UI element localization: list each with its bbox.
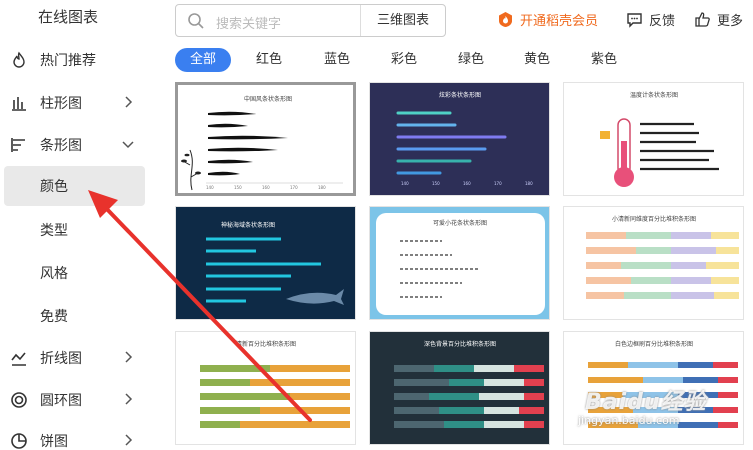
feedback-label: 反馈 [649, 14, 676, 29]
svg-text:180: 180 [525, 181, 533, 186]
card-title: 炫彩条状条形图 [439, 91, 481, 99]
tab-purple[interactable]: 紫色 [585, 48, 623, 72]
sidebar-item-label: 柱形图 [40, 96, 82, 112]
fire-icon [13, 51, 25, 68]
card-thumbnail: 深色背景百分比堆积条形图 [370, 332, 549, 444]
tab-red[interactable]: 红色 [250, 48, 288, 72]
more-label: 更多 [717, 14, 744, 29]
sidebar-item-hot[interactable]: 热门推荐 [0, 40, 158, 80]
chat-bubble-icon [627, 13, 642, 28]
sidebar-item-label: 风格 [40, 266, 68, 282]
card-title: 温度计条状条形图 [630, 91, 678, 99]
sidebar-subitem-free[interactable]: 免费 [0, 296, 158, 336]
sidebar-item-pie[interactable]: 饼图 [0, 421, 158, 450]
more-button[interactable]: 更多 [694, 10, 743, 29]
template-card[interactable]: 神秘海域条状条形图 [175, 206, 356, 320]
vip-label: 开通稻壳会员 [520, 14, 599, 29]
vip-button[interactable]: 开通稻壳会员 [497, 10, 598, 29]
template-card[interactable]: 可爱小花条状条形图 [369, 206, 550, 320]
search-box: 搜索关键字 三维图表 [175, 4, 446, 37]
sidebar-subitem-color[interactable]: 颜色 [4, 166, 145, 206]
donut-chart-icon [11, 392, 27, 408]
sidebar-item-bar[interactable]: 柱形图 [0, 83, 158, 123]
card-thumbnail: 中国风条状条形图 140 150 160 170 180 [181, 95, 343, 191]
line-chart-icon [11, 352, 26, 366]
3d-charts-button[interactable]: 三维图表 [360, 5, 445, 36]
watermark-logo: Baidu经验 [585, 390, 707, 415]
watermark-url: jingyan.baidu.com [578, 414, 680, 427]
svg-text:170: 170 [494, 181, 502, 186]
card-title: 神秘海域条状条形图 [221, 221, 275, 229]
chevron-right-icon [125, 96, 133, 108]
svg-text:160: 160 [463, 181, 471, 186]
sidebar-item-line[interactable]: 折线图 [0, 338, 158, 378]
sidebar: 在线图表 热门推荐 柱形图 条形图 颜色 类型 风格 免费 折线图 圆环图 饼图 [0, 0, 158, 450]
feedback-button[interactable]: 反馈 [626, 10, 675, 29]
tab-blue[interactable]: 蓝色 [318, 48, 356, 72]
chevron-down-icon [122, 141, 134, 149]
svg-text:150: 150 [234, 185, 242, 190]
tab-green[interactable]: 绿色 [452, 48, 490, 72]
card-title: 白色边框刷百分比堆积条形图 [615, 340, 693, 348]
card-thumbnail: 可爱小花条状条形图 [370, 207, 549, 319]
svg-text:170: 170 [290, 185, 298, 190]
sidebar-subitem-type[interactable]: 类型 [0, 210, 158, 250]
sidebar-item-label: 圆环图 [40, 393, 82, 409]
tab-all[interactable]: 全部 [175, 48, 231, 72]
card-title: 中国风条状条形图 [244, 95, 292, 103]
vip-flame-icon [499, 12, 512, 27]
card-title: 可爱小花条状条形图 [433, 219, 487, 227]
sidebar-subitem-style[interactable]: 风格 [0, 253, 158, 293]
card-thumbnail: 清新百分比堆积条形图 [200, 340, 350, 428]
search-input[interactable]: 搜索关键字 [216, 13, 281, 32]
card-thumbnail: 小清新同维度百分比堆积条形图 [586, 215, 739, 299]
tab-colorful[interactable]: 彩色 [385, 48, 423, 72]
template-card[interactable]: 深色背景百分比堆积条形图 [369, 331, 550, 445]
sidebar-item-label: 免费 [40, 309, 68, 325]
svg-text:150: 150 [432, 181, 440, 186]
sidebar-item-hbar[interactable]: 条形图 [0, 125, 158, 165]
svg-text:160: 160 [262, 185, 270, 190]
chevron-right-icon [125, 393, 133, 405]
sidebar-item-label: 折线图 [40, 351, 82, 367]
pie-chart-icon [11, 433, 27, 449]
svg-text:180: 180 [318, 185, 326, 190]
sidebar-item-label: 颜色 [40, 179, 68, 195]
sidebar-title: 在线图表 [38, 8, 99, 26]
card-thumbnail: 神秘海域条状条形图 [176, 207, 355, 319]
template-card[interactable]: 中国风条状条形图 140 150 160 170 180 [175, 82, 356, 196]
bar-chart-icon [12, 97, 26, 111]
card-title: 小清新同维度百分比堆积条形图 [612, 215, 696, 223]
horizontal-bar-icon [11, 138, 25, 152]
search-icon [188, 13, 204, 29]
sidebar-item-label: 条形图 [40, 138, 82, 154]
template-card[interactable]: 小清新同维度百分比堆积条形图 [563, 206, 744, 320]
app-root: 在线图表 热门推荐 柱形图 条形图 颜色 类型 风格 免费 折线图 圆环图 饼图… [0, 0, 753, 450]
card-title: 清新百分比堆积条形图 [236, 340, 296, 348]
template-card[interactable]: 清新百分比堆积条形图 [175, 331, 356, 445]
svg-text:140: 140 [206, 185, 214, 190]
sidebar-item-label: 饼图 [40, 434, 68, 450]
svg-text:140: 140 [401, 181, 409, 186]
thumbs-up-icon [695, 12, 710, 27]
card-thumbnail: 炫彩条状条形图 140 150 160 170 180 [370, 83, 549, 195]
sidebar-item-label: 热门推荐 [40, 53, 96, 69]
template-card[interactable]: 炫彩条状条形图 140 150 160 170 180 [369, 82, 550, 196]
chevron-right-icon [125, 434, 133, 446]
card-thumbnail: 温度计条状条形图 [600, 91, 719, 187]
sidebar-item-donut[interactable]: 圆环图 [0, 380, 158, 420]
chevron-right-icon [125, 351, 133, 363]
template-card[interactable]: 温度计条状条形图 [563, 82, 744, 196]
sidebar-item-label: 类型 [40, 223, 68, 239]
card-title: 深色背景百分比堆积条形图 [424, 340, 496, 348]
tab-yellow[interactable]: 黄色 [518, 48, 556, 72]
